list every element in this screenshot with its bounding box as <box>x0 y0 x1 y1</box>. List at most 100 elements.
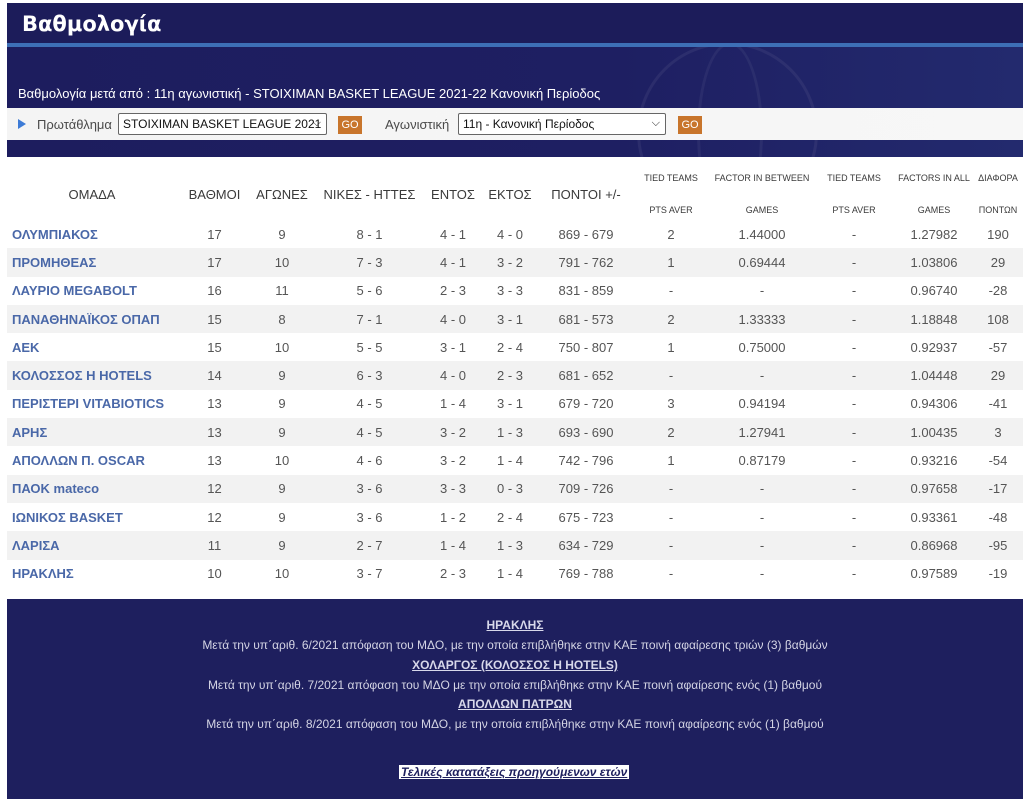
cell-tied1: 2 <box>667 226 675 242</box>
cell-games: 10 <box>252 248 312 277</box>
cell-factor2: 0.92937 <box>910 339 958 355</box>
championship-select[interactable]: STOIXIMAN BASKET LEAGUE 2021 ⌵ <box>118 113 327 135</box>
cell-factor2: 1.04448 <box>895 361 973 390</box>
team-name-link[interactable]: ΑΠΟΛΛΩΝ Π. OSCAR <box>7 446 177 474</box>
cell-away: 3 - 1 <box>496 396 523 412</box>
team-name-link[interactable]: ΑΡΗΣ <box>7 418 177 447</box>
cell-factor1: - <box>711 361 813 390</box>
cell-home: 2 - 3 <box>439 566 466 582</box>
cell-tied2: - <box>813 474 895 503</box>
table-row: ΠΑΝΑΘΗΝΑΪΚΟΣ ΟΠΑΠ 15 8 7 - 14 - 03 - 1 681 -… <box>7 304 1023 334</box>
team-name-link[interactable]: ΠΑΟΚ mateco <box>7 474 177 503</box>
round-select-value: 11η - Κανονική Περίοδος <box>463 117 595 131</box>
team-name-link[interactable]: ΠΕΡΙΣΤΕΡΙ VITABIOTICS <box>7 390 177 418</box>
previous-years-link[interactable]: Τελικές κατατάξεις προηγούμενων ετών <box>399 765 630 779</box>
cell-away: 1 - 4 <box>496 453 523 469</box>
cell-tied1: - <box>668 566 674 582</box>
cell-away: 4 - 0 <box>496 226 523 242</box>
cell-away: 3 - 2 <box>479 248 541 277</box>
note-team-name: ΗΡΑΚΛΗΣ <box>486 618 544 632</box>
cell-points: 10 <box>207 566 222 582</box>
table-row: ΚΟΛΟΣΣΟΣ H HOTELS 14 9 6 - 34 - 02 - 3 681 -… <box>7 361 1023 390</box>
cell-factor2: 0.97589 <box>910 566 958 582</box>
cell-tied2: - <box>813 248 895 277</box>
cell-points: 16 <box>207 283 222 299</box>
cell-diff: -48 <box>988 509 1008 525</box>
cell-diff: 3 <box>973 418 1023 447</box>
cell-wl: 3 - 6 <box>312 474 427 503</box>
cell-tied1: 2 <box>631 418 711 447</box>
cell-wl: 6 - 3 <box>312 361 427 390</box>
note-text: Μετά την υπ΄αριθ. 8/2021 απόφαση του ΜΔΟ… <box>206 717 824 731</box>
cell-tied2: - <box>851 339 857 355</box>
team-name-link[interactable]: ΠΡΟΜΗΘΕΑΣ <box>7 248 177 277</box>
col-tied2-header: TIED TEAMS PTS AVER <box>827 173 881 215</box>
cell-wl: 4 - 5 <box>356 396 383 412</box>
standings-table: ΟΜΑΔΑ ΒΑΘΜΟΙ ΑΓΩΝΕΣ ΝΙΚΕΣ - ΗΤΤΕΣ ΕΝΤΟΣ … <box>7 168 1023 588</box>
cell-away: 3 - 1 <box>479 304 541 334</box>
championship-label: Πρωτάθλημα <box>37 117 112 132</box>
cell-wl: 7 - 1 <box>312 304 427 334</box>
team-name-link[interactable]: ΙΩΝΙΚΟΣ BASKET <box>7 503 177 531</box>
cell-points: 13 <box>207 396 222 412</box>
filter-bar: Πρωτάθλημα STOIXIMAN BASKET LEAGUE 2021 … <box>7 108 1023 140</box>
cell-home: 3 - 2 <box>439 453 466 469</box>
team-name-link[interactable]: ΗΡΑΚΛΗΣ <box>7 560 177 588</box>
round-go-button[interactable]: GO <box>678 116 702 134</box>
header-banner: Βαθμολογία μετά από : 11η αγωνιστική - S… <box>7 47 1023 157</box>
cell-home: 4 - 1 <box>427 248 479 277</box>
team-name-link[interactable]: ΟΛΥΜΠΙΑΚΟΣ <box>7 220 177 248</box>
cell-home: 1 - 2 <box>439 509 466 525</box>
cell-score: 679 - 720 <box>558 396 614 412</box>
cell-tied2: - <box>851 283 857 299</box>
team-name-link[interactable]: ΛΑΡΙΣΑ <box>7 531 177 560</box>
table-row: ΑΡΗΣ 13 9 4 - 53 - 21 - 3 693 - 690 2 1.27941-… <box>7 418 1023 447</box>
round-select[interactable]: 11η - Κανονική Περίοδος ⌵ <box>458 113 666 135</box>
cell-diff: 108 <box>973 304 1023 334</box>
team-name-link[interactable]: ΠΑΝΑΘΗΝΑΪΚΟΣ ΟΠΑΠ <box>7 304 177 334</box>
cell-home: 4 - 0 <box>427 361 479 390</box>
cell-score: 681 - 573 <box>541 304 631 334</box>
col-diff-header: ΔΙΑΦΟΡΑ ΠΟΝΤΩΝ <box>978 173 1018 215</box>
cell-wl: 7 - 3 <box>312 248 427 277</box>
team-name-link[interactable]: ΛΑΥΡΙΟ MEGABOLT <box>7 277 177 305</box>
cell-diff: 190 <box>987 226 1009 242</box>
cell-score: 791 - 762 <box>541 248 631 277</box>
cell-diff: 29 <box>973 248 1023 277</box>
cell-points: 17 <box>177 248 252 277</box>
cell-factor1: 0.75000 <box>738 339 786 355</box>
cell-tied2: - <box>813 418 895 447</box>
cell-points: 13 <box>207 453 222 469</box>
cell-tied1: 1 <box>667 453 675 469</box>
cell-wl: 4 - 5 <box>312 418 427 447</box>
cell-tied1: 1 <box>667 339 675 355</box>
table-row: ΠΡΟΜΗΘΕΑΣ 17 10 7 - 34 - 13 - 2 791 - 762 1 0.… <box>7 248 1023 277</box>
cell-tied2: - <box>851 396 857 412</box>
cell-games: 9 <box>278 226 286 242</box>
cell-home: 4 - 0 <box>427 304 479 334</box>
team-name-link[interactable]: ΑΕΚ <box>7 333 177 361</box>
cell-factor2: 0.97658 <box>895 474 973 503</box>
cell-tied2: - <box>851 566 857 582</box>
cell-factor1: 1.44000 <box>738 226 786 242</box>
championship-go-button[interactable]: GO <box>338 116 362 134</box>
cell-factor2: 0.93361 <box>910 509 958 525</box>
cell-home: 3 - 1 <box>439 339 466 355</box>
cell-factor2: 1.03806 <box>895 248 973 277</box>
col-games-header: ΑΓΩΝΕΣ <box>256 186 308 202</box>
cell-home: 3 - 3 <box>427 474 479 503</box>
cell-wl: 2 - 7 <box>312 531 427 560</box>
cell-factor2: 1.27982 <box>910 226 958 242</box>
cell-away: 1 - 4 <box>496 566 523 582</box>
cell-factor1: - <box>711 531 813 560</box>
cell-tied1: 2 <box>631 304 711 334</box>
table-row: ΙΩΝΙΚΟΣ BASKET 12 9 3 - 6 1 - 2 2 - 4 675 - 72… <box>7 503 1023 531</box>
cell-score: 693 - 690 <box>541 418 631 447</box>
team-name-link[interactable]: ΚΟΛΟΣΣΟΣ H HOTELS <box>7 361 177 390</box>
cell-tied1: - <box>631 474 711 503</box>
cell-points: 15 <box>207 339 222 355</box>
cell-score: 634 - 729 <box>541 531 631 560</box>
cell-factor1: 0.87179 <box>738 453 786 469</box>
table-row: ΗΡΑΚΛΗΣ 10 10 3 - 7 2 - 3 1 - 4 769 - 788 - - - 0.… <box>7 560 1023 588</box>
cell-wl: 8 - 1 <box>356 226 383 242</box>
